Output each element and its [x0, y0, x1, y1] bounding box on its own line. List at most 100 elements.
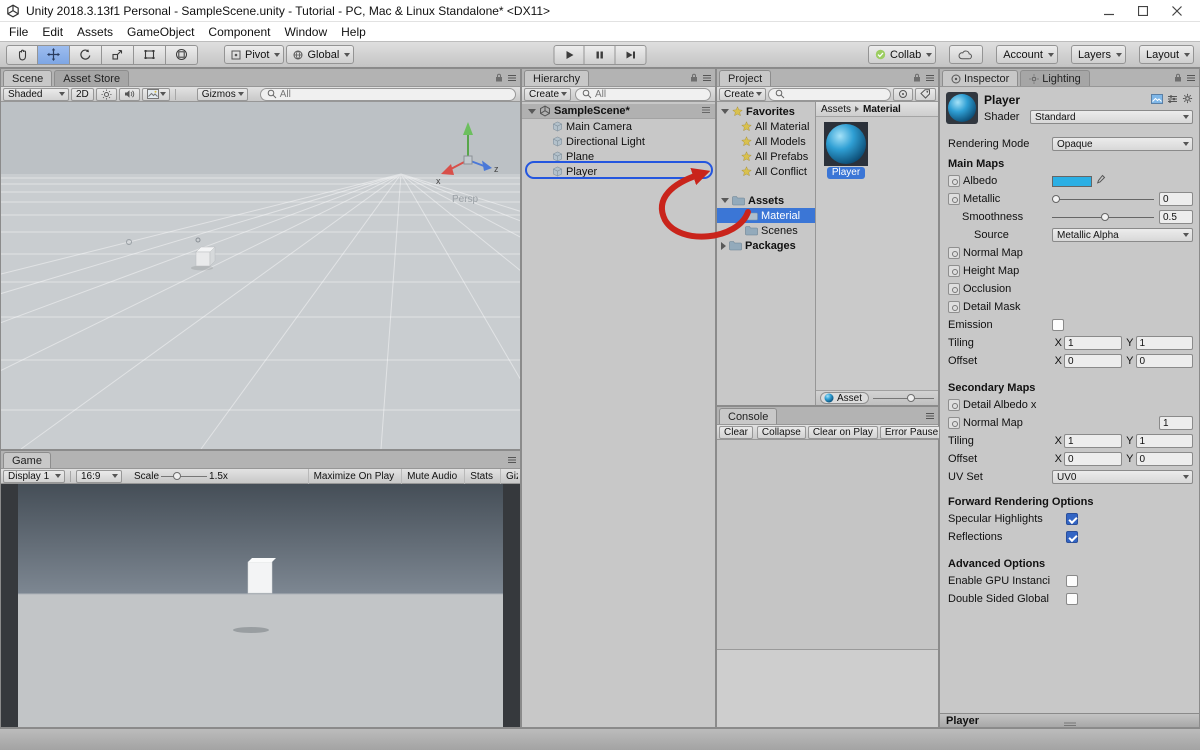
smoothness-value-field[interactable]: 0.5 [1159, 210, 1193, 224]
menu-edit[interactable]: Edit [35, 23, 70, 41]
source-dropdown[interactable]: Metallic Alpha [1052, 228, 1193, 242]
tab-game[interactable]: Game [3, 452, 51, 468]
pane-menu-icon[interactable] [925, 411, 935, 423]
detail-albedo-texture-slot[interactable] [948, 399, 960, 411]
albedo-texture-slot[interactable] [948, 175, 960, 187]
secondary-normal-scale-field[interactable]: 1 [1159, 416, 1193, 430]
pause-button[interactable] [584, 44, 616, 65]
secondary-tiling-y-field[interactable]: 1 [1135, 434, 1193, 448]
foldout-icon[interactable] [721, 198, 729, 203]
pane-menu-icon[interactable] [925, 73, 935, 85]
thumbnail-size-slider[interactable] [873, 392, 934, 404]
draw-mode-dropdown[interactable]: Shaded [3, 87, 69, 101]
hierarchy-item-player[interactable]: Player [522, 164, 715, 179]
favorites-row[interactable]: Favorites [717, 104, 815, 119]
foldout-icon[interactable] [528, 108, 536, 114]
specular-highlights-checkbox[interactable] [1066, 513, 1078, 525]
hierarchy-item-main-camera[interactable]: Main Camera [522, 119, 715, 134]
maximize-button[interactable] [1126, 1, 1160, 21]
layers-dropdown[interactable]: Layers [1070, 45, 1126, 64]
scene-search-input[interactable]: All [259, 87, 516, 101]
offset-y-field[interactable]: 0 [1135, 354, 1193, 368]
height-map-texture-slot[interactable] [948, 265, 960, 277]
folder-material-row[interactable]: Material [717, 208, 815, 223]
normal-map-texture-slot[interactable] [948, 247, 960, 259]
albedo-color-swatch[interactable] [1052, 175, 1092, 187]
project-create-dropdown[interactable]: Create [719, 87, 767, 101]
lock-icon[interactable] [495, 73, 503, 85]
global-toggle-button[interactable]: Global [286, 45, 355, 64]
layout-dropdown[interactable]: Layout [1138, 45, 1194, 64]
metallic-texture-slot[interactable] [948, 193, 960, 205]
gpu-instancing-checkbox[interactable] [1066, 575, 1078, 587]
scene-header-row[interactable]: SampleScene* [522, 104, 715, 119]
console-collapse-button[interactable]: Collapse [756, 425, 806, 439]
game-viewport[interactable] [1, 484, 520, 727]
hierarchy-item-directional-light[interactable]: Directional Light [522, 134, 715, 149]
tab-lighting[interactable]: Lighting [1020, 70, 1090, 86]
menu-gameobject[interactable]: GameObject [120, 23, 201, 41]
tab-scene[interactable]: Scene [3, 70, 53, 86]
stats-button[interactable]: Stats [464, 468, 498, 484]
mute-audio-button[interactable]: Mute Audio [401, 468, 462, 484]
search-by-type-button[interactable] [893, 87, 913, 101]
pivot-toggle-button[interactable]: Pivot [224, 45, 285, 64]
gizmos-dropdown[interactable]: Gizmos [196, 87, 248, 101]
breadcrumb-material[interactable]: Material [863, 104, 901, 115]
hierarchy-create-dropdown[interactable]: Create [524, 87, 572, 101]
move-tool-button[interactable] [38, 44, 70, 65]
lock-icon[interactable] [913, 73, 921, 85]
collab-button[interactable]: Collab [868, 45, 937, 64]
menu-assets[interactable]: Assets [70, 23, 120, 41]
material-preview-bar[interactable]: Player [940, 713, 1199, 727]
menu-component[interactable]: Component [201, 23, 277, 41]
hierarchy-search-input[interactable]: All [575, 87, 711, 101]
tab-hierarchy[interactable]: Hierarchy [524, 70, 590, 86]
scale-slider[interactable] [161, 470, 208, 482]
emission-checkbox[interactable] [1052, 319, 1064, 331]
uv-set-dropdown[interactable]: UV0 [1052, 470, 1193, 484]
presets-icon[interactable] [1167, 94, 1178, 107]
occlusion-texture-slot[interactable] [948, 283, 960, 295]
account-dropdown[interactable]: Account [996, 45, 1058, 64]
display-dropdown[interactable]: Display 1 [3, 469, 65, 483]
aspect-dropdown[interactable]: 16:9 [76, 469, 122, 483]
search-by-label-button[interactable] [915, 87, 936, 101]
metallic-value-field[interactable]: 0 [1159, 192, 1193, 206]
assets-root-row[interactable]: Assets [717, 193, 815, 208]
tab-console[interactable]: Console [719, 408, 778, 424]
game-gizmos-dropdown[interactable]: Gizmos [500, 468, 518, 484]
rect-tool-button[interactable] [134, 44, 166, 65]
double-sided-gi-checkbox[interactable] [1066, 593, 1078, 605]
scene-effects-dropdown[interactable] [141, 87, 170, 101]
menu-window[interactable]: Window [277, 23, 334, 41]
shader-dropdown[interactable]: Standard [1030, 110, 1193, 124]
transform-tool-button[interactable] [166, 44, 198, 65]
hand-tool-button[interactable] [6, 44, 38, 65]
smoothness-slider[interactable] [1052, 210, 1154, 224]
detail-mask-texture-slot[interactable] [948, 301, 960, 313]
offset-x-field[interactable]: 0 [1064, 354, 1122, 368]
console-log-list[interactable] [717, 440, 938, 649]
metallic-slider[interactable] [1052, 192, 1154, 206]
menu-help[interactable]: Help [334, 23, 373, 41]
scene-viewport[interactable]: z x Persp [1, 102, 520, 449]
lock-icon[interactable] [1174, 73, 1182, 85]
cloud-button[interactable] [949, 45, 984, 64]
packages-root-row[interactable]: Packages [717, 238, 815, 253]
lock-icon[interactable] [690, 73, 698, 85]
console-clear-button[interactable]: Clear [719, 425, 753, 439]
secondary-offset-x-field[interactable]: 0 [1064, 452, 1122, 466]
minimize-button[interactable] [1092, 1, 1126, 21]
pane-menu-icon[interactable] [507, 455, 517, 467]
maximize-on-play-button[interactable]: Maximize On Play [307, 468, 400, 484]
tiling-x-field[interactable]: 1 [1064, 336, 1122, 350]
secondary-offset-y-field[interactable]: 0 [1135, 452, 1193, 466]
play-button[interactable] [553, 44, 585, 65]
tab-asset-store[interactable]: Asset Store [54, 70, 130, 86]
texture-preview-icon[interactable] [1151, 93, 1163, 107]
menu-file[interactable]: File [2, 23, 35, 41]
secondary-normal-texture-slot[interactable] [948, 417, 960, 429]
favorite-all-materials[interactable]: All Material [717, 119, 815, 134]
scene-lighting-button[interactable] [95, 87, 117, 101]
